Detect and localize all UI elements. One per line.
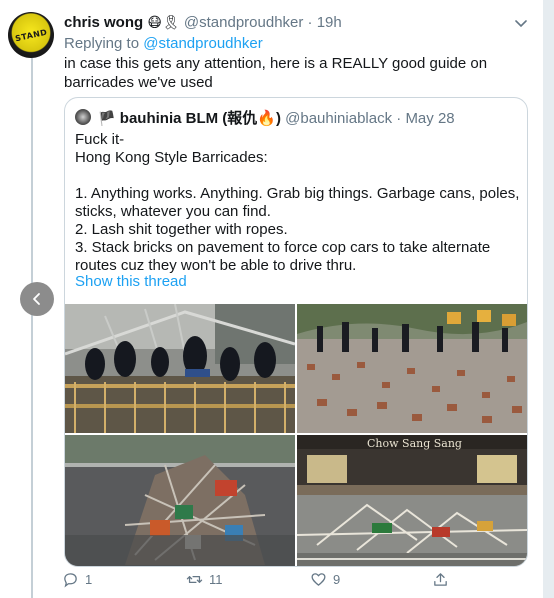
quoted-separator: · [396, 110, 402, 127]
more-menu-button[interactable] [515, 15, 527, 31]
quoted-tweet[interactable]: 🏴 bauhinia BLM (報仇🔥) @bauhiniablack · Ma… [64, 97, 528, 567]
share-button[interactable] [432, 571, 449, 588]
reply-count: 1 [85, 572, 93, 587]
chevron-down-icon [515, 20, 527, 28]
quoted-line: Hong Kong Style Barricades: [75, 149, 268, 166]
tweet-text: in case this gets any attention, here is… [64, 55, 488, 91]
chevron-left-icon [33, 293, 40, 305]
previous-button[interactable] [20, 282, 54, 316]
photo-street-barricade[interactable]: Chow Sang Sang [297, 435, 527, 566]
retweet-count: 11 [209, 572, 223, 587]
retweet-icon [186, 576, 203, 583]
separator: · [307, 14, 313, 31]
photo-protesters-railing[interactable] [65, 304, 295, 433]
tweet-panel: STAND chris wong 😷🎗 @standproudhker · 19… [0, 0, 544, 598]
like-button[interactable]: 9 [310, 571, 340, 588]
quoted-header: 🏴 bauhinia BLM (報仇🔥) @bauhiniablack · Ma… [75, 107, 455, 128]
user-handle[interactable]: @standproudhker [184, 14, 303, 31]
shop-sign-text: Chow Sang Sang [367, 437, 462, 450]
heart-icon [311, 573, 326, 586]
photo-image [297, 304, 527, 433]
name-emojis: 😷🎗 [147, 15, 180, 31]
photo-image [65, 435, 295, 566]
tweet-actions: 1 11 9 [62, 571, 462, 593]
timestamp[interactable]: 19h [317, 14, 342, 31]
tweet-header: chris wong 😷🎗 @standproudhker · 19h [64, 13, 525, 33]
share-icon [434, 573, 447, 586]
replying-prefix: Replying to [64, 35, 140, 52]
replying-to: Replying to @standproudhker [64, 35, 263, 52]
avatar-text: STAND [14, 27, 48, 43]
photo-image: Chow Sang Sang [297, 435, 527, 566]
photo-debris-pile[interactable] [65, 435, 295, 566]
retweet-button[interactable]: 11 [186, 571, 223, 588]
photo-bricks-road[interactable] [297, 304, 527, 433]
display-name[interactable]: chris wong [64, 14, 143, 31]
photo-image [65, 304, 295, 433]
reply-icon [64, 573, 77, 588]
quoted-avatar [75, 109, 91, 125]
quoted-handle: @bauhiniablack [285, 110, 393, 127]
quoted-line: 3. Stack bricks on pavement to force cop… [75, 239, 491, 274]
quoted-text: Fuck it- Hong Kong Style Barricades: 1. … [75, 131, 520, 275]
quoted-line: 1. Anything works. Anything. Grab big th… [75, 185, 520, 220]
avatar[interactable]: STAND [8, 12, 54, 58]
quoted-date: May 28 [405, 110, 455, 127]
show-thread-link[interactable]: Show this thread [75, 273, 187, 290]
replying-to-link[interactable]: @standproudhker [143, 35, 262, 52]
like-count: 9 [333, 572, 341, 587]
quoted-line-blank [75, 167, 520, 185]
quoted-line: 2. Lash shit together with ropes. [75, 221, 288, 238]
quoted-line: Fuck it- [75, 131, 125, 148]
quoted-display-name: bauhinia BLM (報仇🔥) [119, 110, 281, 127]
reply-button[interactable]: 1 [62, 571, 92, 588]
flag-icon: 🏴 [98, 111, 116, 127]
thread-line [31, 58, 33, 598]
